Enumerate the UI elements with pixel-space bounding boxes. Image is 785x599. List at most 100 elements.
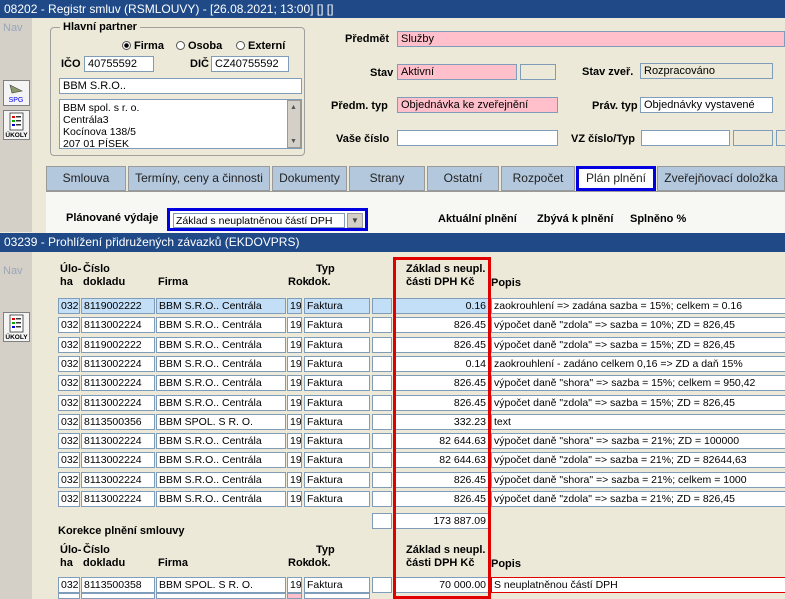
cell-blank[interactable] [372, 355, 392, 372]
tab-smlouva[interactable]: Smlouva [46, 166, 126, 191]
cell-zaklad[interactable]: 0.16 [395, 298, 489, 314]
cell-zaklad[interactable]: 0.14 [395, 355, 489, 372]
stav-zver-field[interactable]: Rozpracováno [640, 63, 773, 79]
chevron-down-icon[interactable]: ▼ [347, 213, 363, 228]
cell-typ[interactable]: Faktura [304, 471, 370, 488]
cell-zaklad[interactable]: 82 644.63 [395, 452, 489, 469]
cell-cislo[interactable]: 8113500358 [81, 577, 155, 593]
cell-blank[interactable] [372, 452, 392, 469]
cell-blank[interactable] [372, 433, 392, 450]
cell-rok[interactable]: 19 [287, 317, 302, 334]
radio-firma[interactable]: Firma [122, 40, 164, 52]
cell-uloha[interactable]: 032 [58, 298, 80, 314]
cell-uloha[interactable]: 032 [58, 317, 80, 334]
cell-rok[interactable]: 19 [287, 471, 302, 488]
cell-firma[interactable]: BBM S.R.O.. Centrála [156, 394, 286, 411]
cell-blank[interactable] [372, 317, 392, 334]
cell-zaklad[interactable]: 826.45 [395, 336, 489, 353]
cell-uloha[interactable]: 032 [58, 577, 80, 593]
cell-firma[interactable]: BBM S.R.O.. Centrála [156, 433, 286, 450]
cell-popis[interactable]: zaokrouhlení - zadáno celkem 0,16 => ZD … [491, 355, 785, 372]
empty-row-cell[interactable] [58, 593, 80, 599]
cell-blank[interactable] [372, 375, 392, 392]
cell-cislo[interactable]: 8113002224 [81, 452, 155, 469]
ukoly-button[interactable]: ÚKOLY [3, 110, 30, 140]
cell-cislo[interactable]: 8113002224 [81, 471, 155, 488]
window1-nav-label[interactable]: Nav [3, 22, 23, 34]
cell-rok[interactable]: 19 [287, 298, 302, 314]
cell-firma[interactable]: BBM SPOL. S R. O. [156, 413, 286, 430]
cell-uloha[interactable]: 032 [58, 452, 80, 469]
cell-popis[interactable]: výpočet daně "zdola" => sazba = 21%; ZD … [491, 452, 785, 469]
cell-uloha[interactable]: 032 [58, 413, 80, 430]
ukoly-button-2[interactable]: ÚKOLY [3, 312, 30, 342]
cell-cislo[interactable]: 8113002224 [81, 375, 155, 392]
cell-cislo[interactable]: 8113002224 [81, 317, 155, 334]
cell-rok[interactable]: 19 [287, 394, 302, 411]
prav-typ-field[interactable]: Objednávky vystavené [640, 97, 773, 113]
cell-popis[interactable]: výpočet daně "zdola" => sazba = 21%; ZD … [491, 491, 785, 507]
cell-firma[interactable]: BBM S.R.O.. Centrála [156, 336, 286, 353]
tab-plan-plneni[interactable]: Plán plnění [576, 166, 656, 191]
vz-typ-field[interactable] [733, 130, 773, 146]
dic-field[interactable]: CZ40755592 [211, 56, 289, 72]
cell-cislo[interactable]: 8119002222 [81, 298, 155, 314]
cell-blank[interactable] [372, 577, 392, 593]
cell-popis[interactable]: text [491, 413, 785, 430]
cell-typ[interactable]: Faktura [304, 491, 370, 507]
address-scrollbar[interactable]: ▲ ▼ [287, 100, 301, 148]
cell-rok[interactable]: 19 [287, 355, 302, 372]
cell-popis[interactable]: výpočet daně "zdola" => sazba = 10%; ZD … [491, 317, 785, 334]
radio-osoba[interactable]: Osoba [176, 40, 222, 52]
tab-strany[interactable]: Strany [349, 166, 425, 191]
tab-dokumenty[interactable]: Dokumenty [272, 166, 347, 191]
spg-button[interactable]: SPG [3, 80, 30, 106]
cell-rok[interactable]: 19 [287, 433, 302, 450]
cell-rok[interactable]: 19 [287, 491, 302, 507]
cell-zaklad[interactable]: 70 000.00 [395, 577, 489, 593]
empty-row-cell[interactable] [81, 593, 155, 599]
vz-cislo-field[interactable] [641, 130, 730, 146]
cell-rok[interactable]: 19 [287, 413, 302, 430]
cell-popis[interactable]: výpočet daně "shora" => sazba = 21%; cel… [491, 471, 785, 488]
cell-zaklad[interactable]: 826.45 [395, 317, 489, 334]
tab-ostatni[interactable]: Ostatní [427, 166, 499, 191]
scroll-up-icon[interactable]: ▲ [290, 104, 297, 111]
cell-blank[interactable] [372, 394, 392, 411]
cell-zaklad[interactable]: 826.45 [395, 471, 489, 488]
cell-firma[interactable]: BBM S.R.O.. Centrála [156, 452, 286, 469]
cell-firma[interactable]: BBM S.R.O.. Centrála [156, 471, 286, 488]
cell-popis[interactable]: výpočet daně "shora" => sazba = 21%; ZD … [491, 433, 785, 450]
empty-row-cell[interactable] [287, 593, 302, 599]
cell-firma[interactable]: BBM S.R.O.. Centrála [156, 298, 286, 314]
cell-rok[interactable]: 19 [287, 336, 302, 353]
cell-firma[interactable]: BBM S.R.O.. Centrála [156, 355, 286, 372]
scroll-down-icon[interactable]: ▼ [290, 138, 297, 145]
vz-extra-field[interactable] [776, 130, 785, 146]
cell-blank[interactable] [372, 471, 392, 488]
cell-popis[interactable]: S neuplatněnou částí DPH [491, 577, 785, 593]
stav-field[interactable]: Aktivní [397, 64, 517, 80]
predmet-field[interactable]: Služby [397, 31, 785, 47]
ico-field[interactable]: 40755592 [84, 56, 154, 72]
cell-cislo[interactable]: 8113002224 [81, 355, 155, 372]
empty-row-cell[interactable] [156, 593, 286, 599]
cell-blank[interactable] [372, 336, 392, 353]
cell-typ[interactable]: Faktura [304, 375, 370, 392]
cell-popis[interactable]: zaokrouhlení => zadána sazba = 15%; celk… [491, 298, 785, 314]
cell-zaklad[interactable]: 332.23 [395, 413, 489, 430]
cell-popis[interactable]: výpočet daně "shora" => sazba = 15%; cel… [491, 375, 785, 392]
cell-zaklad[interactable]: 826.45 [395, 491, 489, 507]
cell-typ[interactable]: Faktura [304, 413, 370, 430]
stav-code-field[interactable] [520, 64, 556, 80]
cell-firma[interactable]: BBM SPOL. S R. O. [156, 577, 286, 593]
tab-zverejnovaci[interactable]: Zveřejňovací doložka [657, 166, 785, 191]
radio-externi[interactable]: Externí [236, 40, 285, 52]
cell-typ[interactable]: Faktura [304, 433, 370, 450]
cell-blank[interactable] [372, 491, 392, 507]
cell-zaklad[interactable]: 82 644.63 [395, 433, 489, 450]
cell-rok[interactable]: 19 [287, 375, 302, 392]
planovane-select[interactable]: Základ s neuplatněnou částí DPH ▼ [167, 208, 368, 231]
cell-cislo[interactable]: 8113002224 [81, 433, 155, 450]
cell-uloha[interactable]: 032 [58, 355, 80, 372]
